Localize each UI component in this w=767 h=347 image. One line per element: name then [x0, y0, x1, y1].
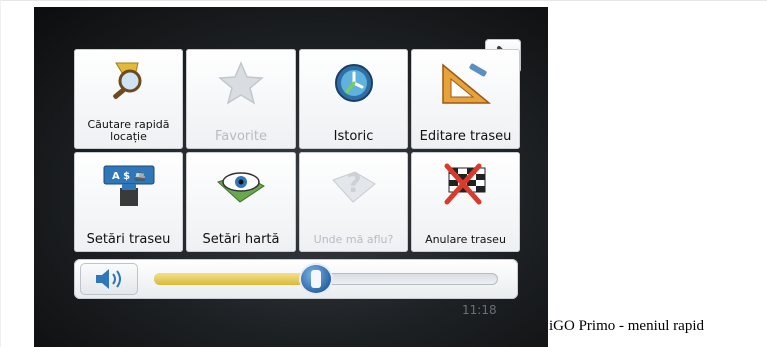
volume-bar — [74, 259, 518, 299]
mute-button[interactable] — [80, 263, 138, 295]
tile-label: Istoric — [333, 129, 374, 144]
tile-cancel-route[interactable]: Anulare traseu — [411, 152, 520, 252]
tile-history[interactable]: Istoric — [299, 49, 408, 149]
speaker-icon — [96, 269, 121, 289]
svg-text:?: ? — [346, 169, 361, 199]
menu-grid: Căutare rapidă locație Favorite Istoric — [74, 49, 520, 252]
question-map-icon: ? — [331, 169, 376, 203]
tile-route-settings[interactable]: A $ 🚢 Setări traseu — [74, 152, 183, 252]
tile-label: Căutare rapidă locație — [87, 118, 170, 143]
star-icon — [218, 61, 264, 105]
tile-quick-search[interactable]: Căutare rapidă locație — [74, 49, 183, 149]
svg-text:A $ 🚢: A $ 🚢 — [111, 170, 145, 182]
volume-slider[interactable] — [154, 265, 498, 293]
volume-slider-knob[interactable] — [300, 265, 331, 293]
checkered-flag-icon — [444, 163, 485, 205]
tile-label: Setări hartă — [202, 232, 280, 247]
tile-label: Favorite — [215, 129, 267, 144]
clock-icon — [334, 64, 373, 102]
tile-label: Editare traseu — [419, 129, 512, 144]
map-eye-icon — [217, 172, 265, 203]
tile-edit-route[interactable]: Editare traseu — [411, 49, 520, 149]
volume-slider-fill — [154, 273, 316, 285]
tile-favorites[interactable]: Favorite — [186, 49, 296, 149]
search-pin-icon — [112, 62, 141, 99]
quick-menu: Căutare rapidă locație Favorite Istoric — [74, 49, 522, 309]
tile-where-am-i[interactable]: ? Unde mă aflu? — [299, 152, 408, 252]
tile-map-settings[interactable]: Setări hartă — [186, 152, 296, 252]
device-photo: 11:18 Căutare rapidă locație Favorite Is… — [34, 7, 548, 347]
tile-label: Anulare traseu — [425, 233, 506, 246]
image-caption: iGO Primo - meniul rapid — [549, 318, 704, 334]
tile-label: Unde mă aflu? — [313, 233, 394, 246]
tile-label: Setări traseu — [86, 232, 171, 247]
set-square-icon — [441, 63, 491, 104]
route-settings-icon: A $ 🚢 — [103, 165, 154, 206]
